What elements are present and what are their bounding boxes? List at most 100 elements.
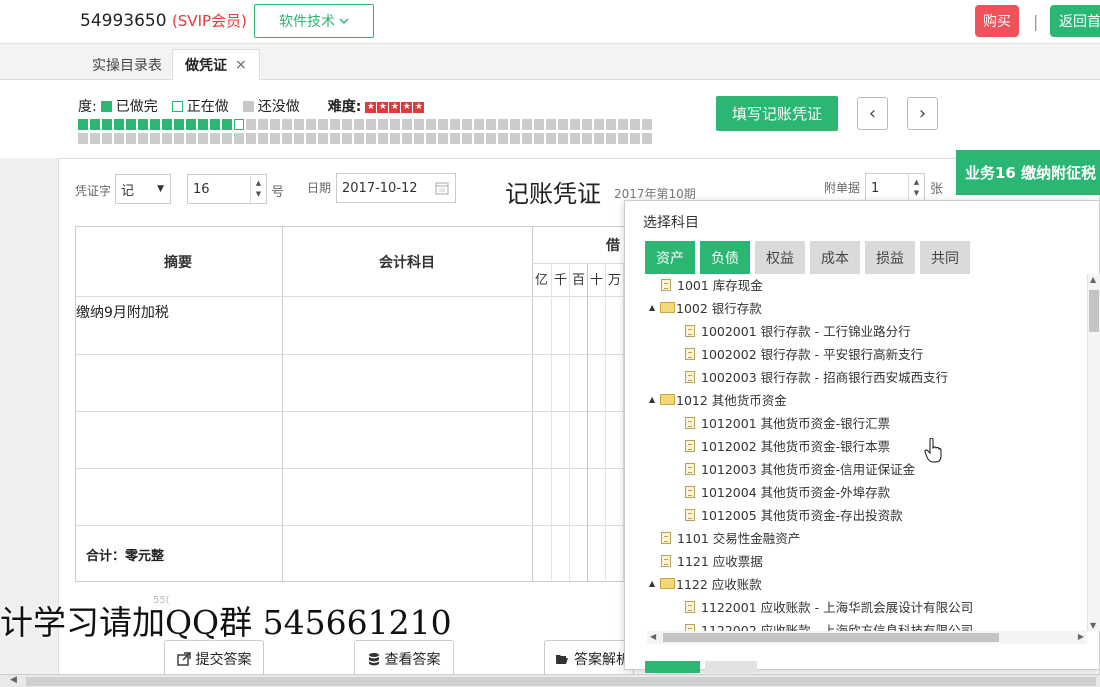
tab-catalog[interactable]: 实操目录表 [80, 49, 174, 80]
progress-cell[interactable] [174, 133, 184, 144]
close-icon[interactable]: × [235, 57, 247, 73]
subject-tab[interactable]: 权益 [755, 241, 805, 274]
word-select[interactable]: 记 ▼ [115, 174, 171, 204]
progress-cell[interactable] [522, 119, 532, 130]
progress-cell[interactable] [354, 119, 364, 130]
progress-cell[interactable] [138, 119, 148, 130]
tree-leaf-node[interactable]: 1122001 应收账款 - 上海华凯会展设计有限公司 [685, 595, 973, 618]
progress-cell[interactable] [486, 119, 496, 130]
scrollbar-thumb[interactable] [26, 677, 1096, 686]
progress-cell[interactable] [162, 133, 172, 144]
progress-cell[interactable] [174, 119, 184, 130]
progress-cell[interactable] [234, 119, 244, 130]
software-button[interactable]: 软件技术 [254, 4, 374, 38]
progress-cell[interactable] [498, 133, 508, 144]
tree-leaf-node[interactable]: 1101 交易性金融资产 [661, 526, 800, 549]
progress-cell[interactable] [486, 133, 496, 144]
tree-leaf-node[interactable]: 1002002 银行存款 - 平安银行高新支行 [685, 342, 923, 365]
answer-analysis-button[interactable]: 答案解析 [544, 640, 634, 678]
progress-cell[interactable] [534, 133, 544, 144]
progress-cell[interactable] [642, 133, 652, 144]
progress-cell[interactable] [498, 119, 508, 130]
progress-cell[interactable] [570, 119, 580, 130]
progress-cell[interactable] [294, 133, 304, 144]
tree-leaf-node[interactable]: 1012003 其他货币资金-信用证保证金 [685, 457, 915, 480]
subject-tab[interactable]: 负债 [700, 241, 750, 274]
progress-cell[interactable] [366, 133, 376, 144]
scroll-up-icon[interactable]: ▲ [1090, 275, 1096, 284]
tree-leaf-node[interactable]: 1012001 其他货币资金-银行汇票 [685, 411, 890, 434]
progress-cell[interactable] [462, 119, 472, 130]
progress-cell[interactable] [378, 119, 388, 130]
buy-button[interactable]: 购买 [975, 5, 1019, 37]
progress-cell[interactable] [210, 133, 220, 144]
tree-leaf-node[interactable]: 1121 应收票据 [661, 549, 763, 572]
tree-folder-node[interactable]: ▲ 1002 银行存款 [649, 296, 762, 319]
progress-cell[interactable] [306, 133, 316, 144]
subject-tab[interactable]: 损益 [865, 241, 915, 274]
tree-horizontal-scrollbar[interactable]: ◀ ▶ [647, 631, 1087, 644]
progress-cell[interactable] [582, 119, 592, 130]
progress-cell[interactable] [114, 133, 124, 144]
progress-cell[interactable] [546, 133, 556, 144]
view-answer-button[interactable]: 查看答案 [354, 640, 454, 678]
tab-make-voucher[interactable]: 做凭证 × [172, 49, 260, 80]
page-horizontal-scrollbar[interactable]: ◀ [0, 674, 1100, 687]
progress-cell[interactable] [342, 119, 352, 130]
progress-cell[interactable] [570, 133, 580, 144]
progress-cell[interactable] [426, 119, 436, 130]
progress-cell[interactable] [222, 133, 232, 144]
attach-count-input[interactable]: 1 ▲ ▼ [865, 173, 925, 203]
progress-cell[interactable] [210, 119, 220, 130]
expand-toggle-icon[interactable]: ▲ [649, 303, 660, 312]
popup-cancel-button[interactable] [705, 661, 757, 673]
progress-cell[interactable] [594, 119, 604, 130]
progress-cell[interactable] [342, 133, 352, 144]
progress-cell[interactable] [282, 119, 292, 130]
scroll-left-icon[interactable]: ◀ [650, 632, 656, 641]
progress-cell[interactable] [318, 133, 328, 144]
progress-cell[interactable] [450, 119, 460, 130]
progress-cell[interactable] [510, 119, 520, 130]
progress-cell[interactable] [378, 133, 388, 144]
progress-cell[interactable] [246, 119, 256, 130]
calendar-icon[interactable] [435, 181, 449, 195]
progress-cell[interactable] [606, 119, 616, 130]
tree-leaf-node[interactable]: 1002001 银行存款 - 工行锦业路分行 [685, 319, 911, 342]
summary-cell-1[interactable]: 缴纳9月附加税 [76, 302, 169, 322]
progress-cell[interactable] [318, 119, 328, 130]
progress-cell[interactable] [138, 133, 148, 144]
progress-cell[interactable] [402, 119, 412, 130]
progress-cell[interactable] [390, 119, 400, 130]
progress-cell[interactable] [222, 119, 232, 130]
tree-leaf-node[interactable]: 1012004 其他货币资金-外埠存款 [685, 480, 890, 503]
progress-cell[interactable] [126, 119, 136, 130]
tree-vertical-scrollbar[interactable]: ▲ ▼ [1087, 274, 1100, 631]
tree-folder-node[interactable]: ▲ 1012 其他货币资金 [649, 388, 787, 411]
progress-cell[interactable] [258, 133, 268, 144]
progress-cell[interactable] [450, 133, 460, 144]
progress-cell[interactable] [186, 133, 196, 144]
progress-cell[interactable] [630, 133, 640, 144]
progress-cell[interactable] [618, 119, 628, 130]
progress-cell[interactable] [150, 119, 160, 130]
fill-voucher-button[interactable]: 填写记账凭证 [716, 96, 838, 131]
number-stepper-icon[interactable]: ▲ ▼ [250, 175, 266, 203]
date-input[interactable]: 2017-10-12 [336, 173, 456, 203]
progress-cell[interactable] [150, 133, 160, 144]
expand-toggle-icon[interactable]: ▲ [649, 579, 660, 588]
progress-cell[interactable] [546, 119, 556, 130]
progress-cell[interactable] [438, 133, 448, 144]
subject-tab[interactable]: 共同 [920, 241, 970, 274]
progress-cell[interactable] [462, 133, 472, 144]
progress-cell[interactable] [354, 133, 364, 144]
progress-cell[interactable] [294, 119, 304, 130]
progress-cell[interactable] [162, 119, 172, 130]
scroll-down-icon[interactable]: ▼ [1090, 621, 1096, 630]
submit-answer-button[interactable]: 提交答案 [164, 640, 264, 678]
subject-tab[interactable]: 资产 [645, 241, 695, 274]
progress-cell[interactable] [330, 119, 340, 130]
progress-cell[interactable] [306, 119, 316, 130]
progress-cell[interactable] [366, 119, 376, 130]
scrollbar-thumb[interactable] [663, 633, 999, 642]
